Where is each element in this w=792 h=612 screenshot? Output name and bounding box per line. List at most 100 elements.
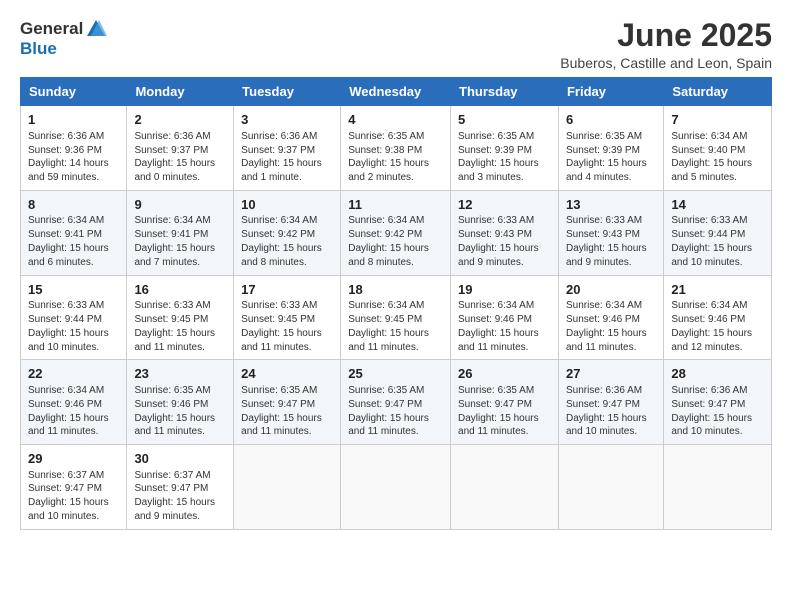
day-number: 26 (458, 365, 551, 383)
day-info: Sunrise: 6:34 AM Sunset: 9:40 PM Dayligh… (671, 131, 752, 183)
day-number: 4 (348, 111, 443, 129)
day-number: 29 (28, 450, 119, 468)
col-wednesday: Wednesday (341, 78, 451, 106)
day-info: Sunrise: 6:35 AM Sunset: 9:47 PM Dayligh… (348, 385, 429, 437)
col-tuesday: Tuesday (234, 78, 341, 106)
day-number: 11 (348, 196, 443, 214)
day-info: Sunrise: 6:35 AM Sunset: 9:46 PM Dayligh… (134, 385, 215, 437)
col-saturday: Saturday (664, 78, 772, 106)
day-cell: 26 Sunrise: 6:35 AM Sunset: 9:47 PM Dayli… (451, 360, 559, 445)
day-cell: 15Sunrise: 6:33 AM Sunset: 9:44 PM Dayli… (21, 275, 127, 360)
week-row-3: 22Sunrise: 6:34 AM Sunset: 9:46 PM Dayli… (21, 360, 772, 445)
main-title: June 2025 (560, 18, 772, 53)
day-info: Sunrise: 6:33 AM Sunset: 9:45 PM Dayligh… (134, 300, 215, 352)
day-info: Sunrise: 6:34 AM Sunset: 9:46 PM Dayligh… (458, 300, 539, 352)
day-info: Sunrise: 6:35 AM Sunset: 9:39 PM Dayligh… (458, 131, 539, 183)
day-cell: 28 Sunrise: 6:36 AM Sunset: 9:47 PM Dayli… (664, 360, 772, 445)
day-number: 24 (241, 365, 333, 383)
day-number: 5 (458, 111, 551, 129)
day-number: 15 (28, 281, 119, 299)
week-row-1: 8Sunrise: 6:34 AM Sunset: 9:41 PM Daylig… (21, 190, 772, 275)
day-number: 21 (671, 281, 764, 299)
week-row-0: 1 Sunrise: 6:36 AM Sunset: 9:36 PM Daylig… (21, 106, 772, 191)
title-block: June 2025 Buberos, Castille and Leon, Sp… (560, 18, 772, 71)
col-friday: Friday (558, 78, 663, 106)
col-sunday: Sunday (21, 78, 127, 106)
day-cell (558, 445, 663, 530)
day-info: Sunrise: 6:34 AM Sunset: 9:45 PM Dayligh… (348, 300, 429, 352)
day-cell: 29 Sunrise: 6:37 AM Sunset: 9:47 PM Dayli… (21, 445, 127, 530)
day-info: Sunrise: 6:33 AM Sunset: 9:43 PM Dayligh… (458, 215, 539, 267)
day-info: Sunrise: 6:35 AM Sunset: 9:38 PM Dayligh… (348, 131, 429, 183)
day-cell: 14Sunrise: 6:33 AM Sunset: 9:44 PM Dayli… (664, 190, 772, 275)
day-cell (341, 445, 451, 530)
week-row-4: 29 Sunrise: 6:37 AM Sunset: 9:47 PM Dayli… (21, 445, 772, 530)
day-cell: 11Sunrise: 6:34 AM Sunset: 9:42 PM Dayli… (341, 190, 451, 275)
day-info: Sunrise: 6:34 AM Sunset: 9:42 PM Dayligh… (348, 215, 429, 267)
day-cell: 23 Sunrise: 6:35 AM Sunset: 9:46 PM Dayli… (127, 360, 234, 445)
day-cell: 9Sunrise: 6:34 AM Sunset: 9:41 PM Daylig… (127, 190, 234, 275)
day-number: 9 (134, 196, 226, 214)
day-number: 6 (566, 111, 656, 129)
day-number: 18 (348, 281, 443, 299)
day-number: 27 (566, 365, 656, 383)
day-cell: 5 Sunrise: 6:35 AM Sunset: 9:39 PM Daylig… (451, 106, 559, 191)
day-info: Sunrise: 6:36 AM Sunset: 9:47 PM Dayligh… (566, 385, 647, 437)
day-cell: 6 Sunrise: 6:35 AM Sunset: 9:39 PM Daylig… (558, 106, 663, 191)
day-number: 7 (671, 111, 764, 129)
day-info: Sunrise: 6:34 AM Sunset: 9:42 PM Dayligh… (241, 215, 322, 267)
day-cell: 20Sunrise: 6:34 AM Sunset: 9:46 PM Dayli… (558, 275, 663, 360)
day-info: Sunrise: 6:36 AM Sunset: 9:36 PM Dayligh… (28, 131, 109, 183)
day-info: Sunrise: 6:37 AM Sunset: 9:47 PM Dayligh… (134, 470, 215, 522)
day-info: Sunrise: 6:36 AM Sunset: 9:37 PM Dayligh… (241, 131, 322, 183)
day-cell: 7 Sunrise: 6:34 AM Sunset: 9:40 PM Daylig… (664, 106, 772, 191)
day-number: 12 (458, 196, 551, 214)
logo: General Blue (20, 18, 107, 59)
day-cell: 27 Sunrise: 6:36 AM Sunset: 9:47 PM Dayli… (558, 360, 663, 445)
subtitle: Buberos, Castille and Leon, Spain (560, 55, 772, 71)
day-info: Sunrise: 6:37 AM Sunset: 9:47 PM Dayligh… (28, 470, 109, 522)
week-row-2: 15Sunrise: 6:33 AM Sunset: 9:44 PM Dayli… (21, 275, 772, 360)
header: General Blue June 2025 Buberos, Castille… (20, 18, 772, 71)
day-info: Sunrise: 6:35 AM Sunset: 9:39 PM Dayligh… (566, 131, 647, 183)
day-info: Sunrise: 6:35 AM Sunset: 9:47 PM Dayligh… (241, 385, 322, 437)
day-info: Sunrise: 6:34 AM Sunset: 9:46 PM Dayligh… (566, 300, 647, 352)
day-number: 14 (671, 196, 764, 214)
day-number: 28 (671, 365, 764, 383)
day-cell: 8Sunrise: 6:34 AM Sunset: 9:41 PM Daylig… (21, 190, 127, 275)
logo-blue: Blue (20, 39, 57, 58)
day-number: 13 (566, 196, 656, 214)
day-number: 16 (134, 281, 226, 299)
day-cell (234, 445, 341, 530)
day-info: Sunrise: 6:34 AM Sunset: 9:41 PM Dayligh… (28, 215, 109, 267)
day-number: 17 (241, 281, 333, 299)
calendar-table: Sunday Monday Tuesday Wednesday Thursday… (20, 77, 772, 530)
day-cell: 18Sunrise: 6:34 AM Sunset: 9:45 PM Dayli… (341, 275, 451, 360)
day-number: 25 (348, 365, 443, 383)
day-info: Sunrise: 6:36 AM Sunset: 9:37 PM Dayligh… (134, 131, 215, 183)
col-thursday: Thursday (451, 78, 559, 106)
day-cell: 21Sunrise: 6:34 AM Sunset: 9:46 PM Dayli… (664, 275, 772, 360)
day-cell: 24 Sunrise: 6:35 AM Sunset: 9:47 PM Dayli… (234, 360, 341, 445)
day-cell (664, 445, 772, 530)
header-row: Sunday Monday Tuesday Wednesday Thursday… (21, 78, 772, 106)
col-monday: Monday (127, 78, 234, 106)
page: General Blue June 2025 Buberos, Castille… (0, 0, 792, 612)
day-cell: 12Sunrise: 6:33 AM Sunset: 9:43 PM Dayli… (451, 190, 559, 275)
day-number: 3 (241, 111, 333, 129)
day-cell: 16Sunrise: 6:33 AM Sunset: 9:45 PM Dayli… (127, 275, 234, 360)
day-cell: 22Sunrise: 6:34 AM Sunset: 9:46 PM Dayli… (21, 360, 127, 445)
day-cell (451, 445, 559, 530)
day-info: Sunrise: 6:34 AM Sunset: 9:41 PM Dayligh… (134, 215, 215, 267)
day-info: Sunrise: 6:35 AM Sunset: 9:47 PM Dayligh… (458, 385, 539, 437)
day-info: Sunrise: 6:36 AM Sunset: 9:47 PM Dayligh… (671, 385, 752, 437)
day-info: Sunrise: 6:34 AM Sunset: 9:46 PM Dayligh… (28, 385, 109, 437)
day-number: 23 (134, 365, 226, 383)
logo-general: General (20, 20, 83, 39)
logo-icon (85, 18, 107, 40)
day-number: 1 (28, 111, 119, 129)
day-cell: 30Sunrise: 6:37 AM Sunset: 9:47 PM Dayli… (127, 445, 234, 530)
day-cell: 19Sunrise: 6:34 AM Sunset: 9:46 PM Dayli… (451, 275, 559, 360)
day-info: Sunrise: 6:33 AM Sunset: 9:43 PM Dayligh… (566, 215, 647, 267)
day-cell: 4 Sunrise: 6:35 AM Sunset: 9:38 PM Daylig… (341, 106, 451, 191)
